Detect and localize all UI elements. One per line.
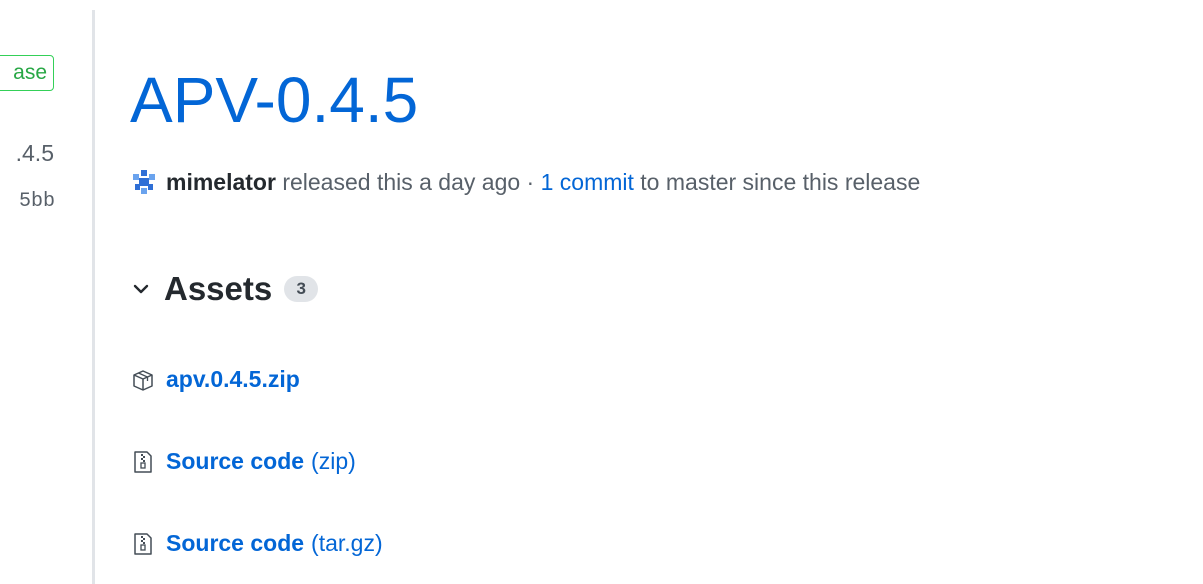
asset-item[interactable]: Source code (zip) — [130, 448, 356, 475]
asset-format-label[interactable]: (tar.gz) — [311, 530, 383, 557]
sidebar-divider — [92, 10, 95, 584]
avatar[interactable] — [130, 168, 158, 196]
release-title[interactable]: APV-0.4.5 — [130, 62, 418, 138]
commit-sha-link[interactable]: 5bb — [19, 190, 55, 213]
chevron-down-icon — [133, 284, 149, 294]
commits-since-link[interactable]: 1 commit — [541, 169, 634, 196]
tag-link[interactable]: .4.5 — [16, 140, 54, 167]
file-zip-icon — [134, 532, 152, 555]
asset-item[interactable]: Source code (tar.gz) — [130, 530, 383, 557]
author-link[interactable]: mimelator — [166, 169, 276, 196]
package-icon — [133, 369, 153, 391]
assets-heading: Assets — [164, 270, 273, 307]
asset-name-link[interactable]: apv.0.4.5.zip — [166, 366, 300, 393]
asset-name-link[interactable]: Source code — [166, 448, 304, 475]
assets-toggle[interactable]: Assets 3 — [130, 270, 319, 308]
release-meta: mimelator released this a day ago · 1 co… — [130, 168, 920, 196]
commits-suffix-text: to master since this release — [640, 168, 921, 195]
file-zip-icon — [134, 450, 152, 473]
asset-item[interactable]: apv.0.4.5.zip — [130, 366, 300, 393]
latest-release-label: ase — [0, 55, 54, 91]
assets-count-badge: 3 — [284, 276, 319, 302]
released-text: released this a day ago · — [282, 168, 535, 195]
asset-format-label[interactable]: (zip) — [311, 448, 356, 475]
avatar-identicon — [130, 168, 158, 196]
release-sidebar: ase .4.5 5bb — [0, 0, 92, 584]
asset-name-link[interactable]: Source code — [166, 530, 304, 557]
